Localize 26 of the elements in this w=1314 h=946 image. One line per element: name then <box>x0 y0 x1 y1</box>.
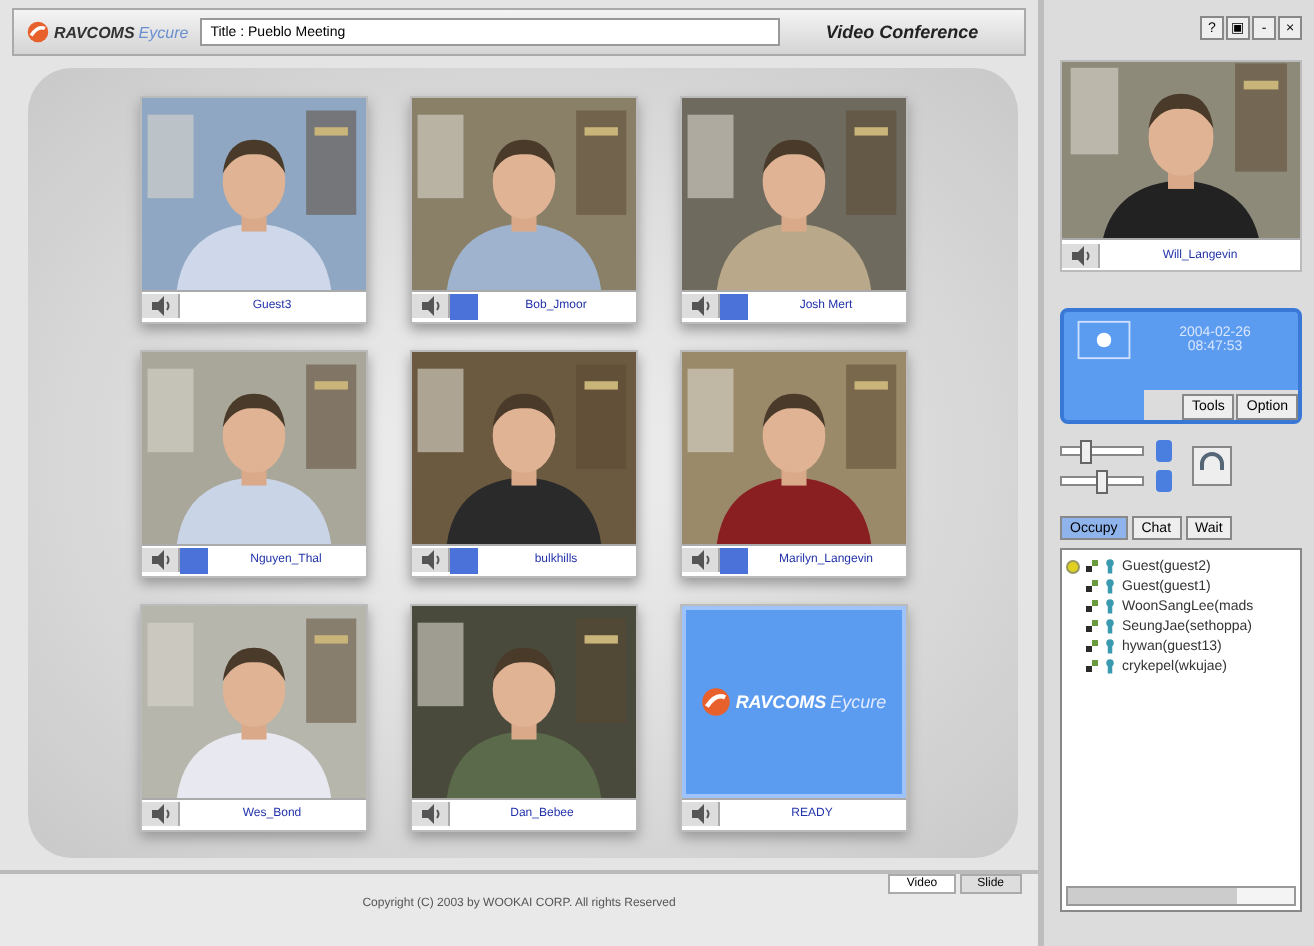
speaker-icon[interactable] <box>141 802 179 826</box>
user-icon <box>1104 598 1116 614</box>
brand-name: Eycure <box>138 23 189 41</box>
speaker-icon[interactable] <box>411 802 449 826</box>
logo-icon <box>699 685 732 717</box>
speaker-icon[interactable] <box>681 294 719 318</box>
speaker-icon[interactable] <box>141 294 179 318</box>
user-icon <box>1104 638 1116 654</box>
speaker-icon[interactable] <box>681 802 719 826</box>
logo-icon <box>26 20 50 44</box>
brand-name: RAVCOMS <box>54 23 135 41</box>
user-icon <box>1104 618 1116 634</box>
window-title: Video Conference <box>823 22 981 42</box>
monitor-icon[interactable] <box>1076 320 1132 360</box>
user-icon <box>1104 578 1116 594</box>
speaker-icon[interactable] <box>411 548 449 572</box>
speaker-icon[interactable] <box>681 548 719 572</box>
headset-icon[interactable] <box>1192 446 1232 486</box>
brand-name: RAVCOMS <box>735 691 827 711</box>
brand-name: Eycure <box>830 691 887 711</box>
speaker-icon[interactable] <box>1062 243 1100 267</box>
user-icon <box>1104 558 1116 574</box>
user-icon <box>1104 658 1116 674</box>
speaker-icon[interactable] <box>411 294 449 318</box>
horizontal-scrollbar[interactable] <box>1066 886 1296 906</box>
speaker-icon[interactable] <box>141 548 179 572</box>
